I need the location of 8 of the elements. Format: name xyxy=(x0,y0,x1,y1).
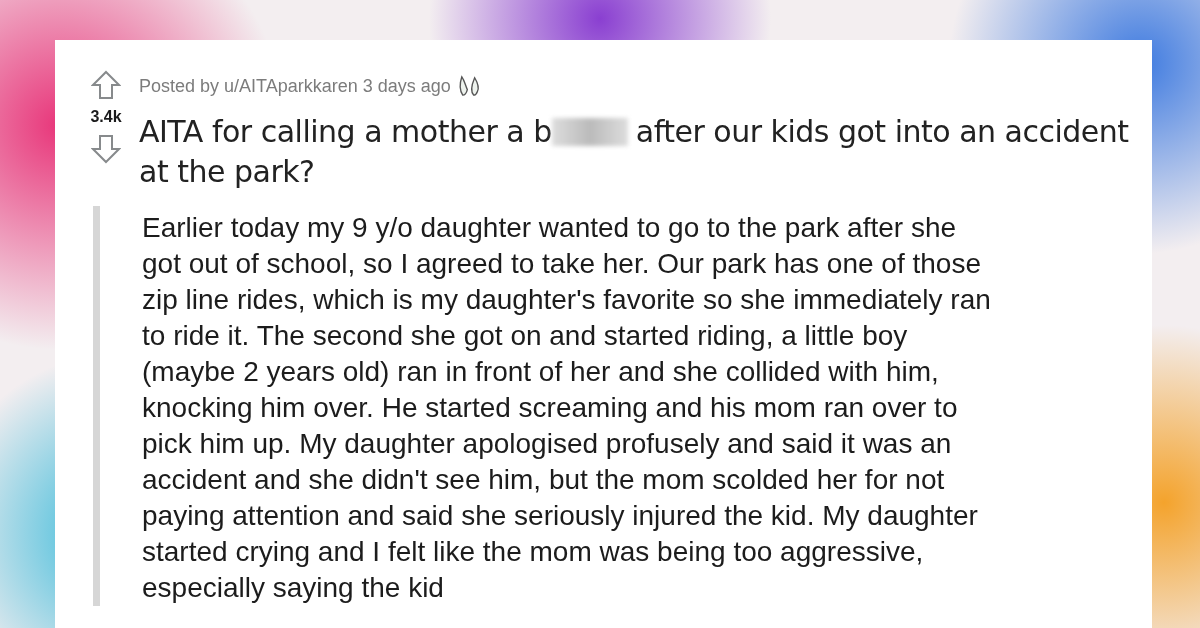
post-title: AITA for calling a mother a b xyxy=(139,113,552,151)
post-title: after our kids got into an accident xyxy=(635,113,1129,151)
post-title: at the park? xyxy=(139,153,315,191)
post-body-text: Earlier today my 9 y/o daughter wanted to go to the park after she got out of school, so I agreed to take her. Our park has one of those zip line rides, which is my daughter's favorite so she immediately ran to ride it. The second she got on and started riding, a little boy (maybe 2 years old) ran in front of her and she collided with him, knocking him over. He started screaming and his mom ran over to pick him up. My daughter apologised profusely and said it was an accident and she didn't see him, but the mom scolded her for not paying attention and said she seriously injured the kid. My daughter started crying and I felt like the mom was being too aggressive, especially saying the kid xyxy=(142,211,992,605)
downvote-arrow-icon[interactable] xyxy=(91,134,121,164)
post-meta: Posted by u/AITAparkkaren 3 days ago xyxy=(139,75,451,97)
vote-score: 3.4k xyxy=(90,108,122,126)
upvote-arrow-icon[interactable] xyxy=(91,70,121,100)
